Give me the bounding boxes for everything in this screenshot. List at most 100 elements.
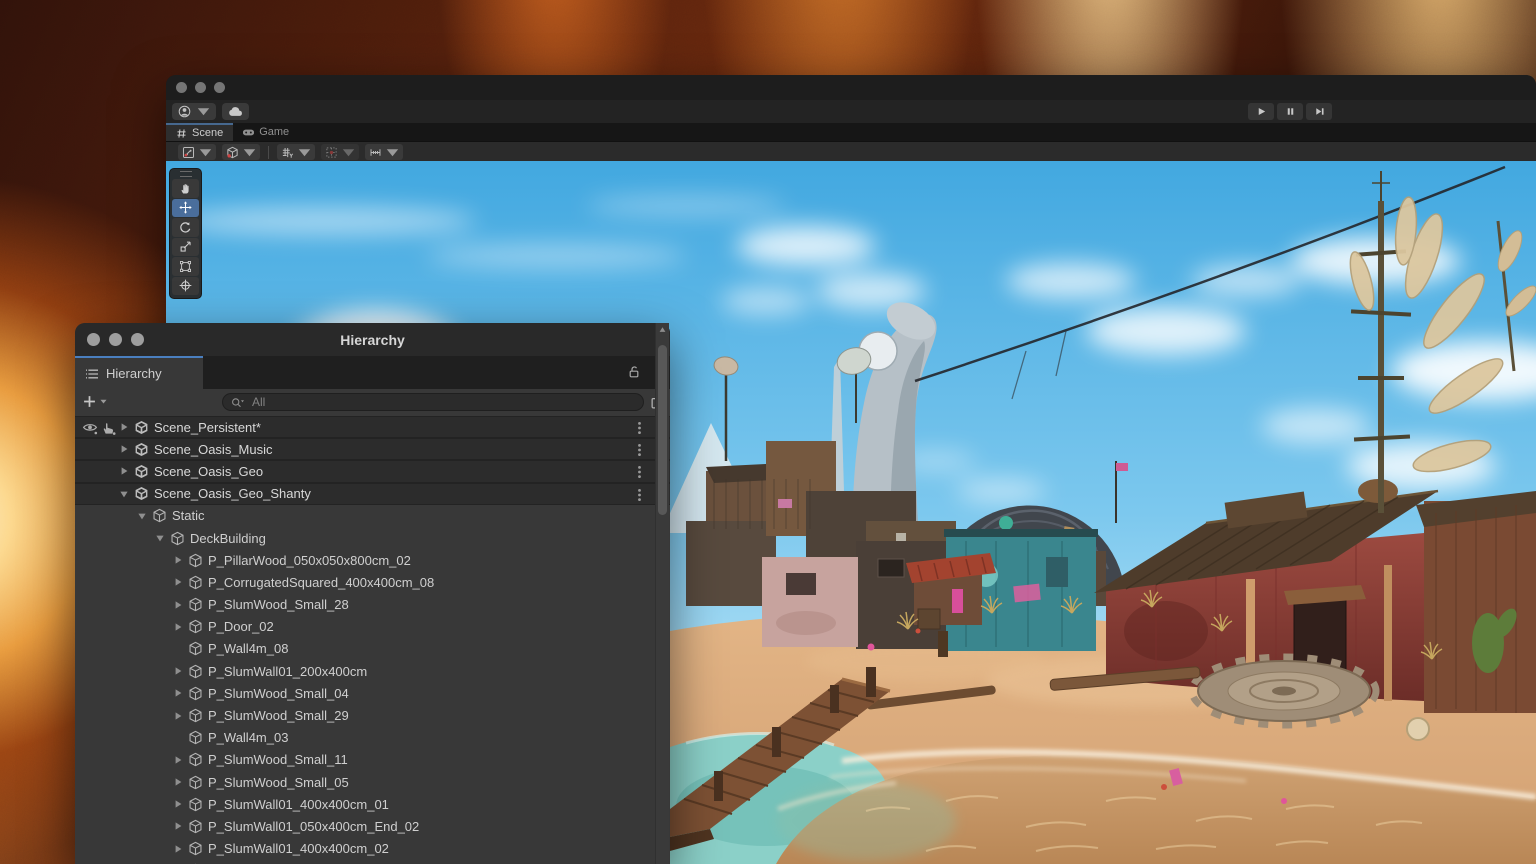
account-button[interactable] (172, 103, 216, 120)
disclosure-down-icon[interactable] (117, 489, 131, 499)
grid-snap-button[interactable] (321, 144, 359, 160)
hierarchy-row[interactable]: P_Door_02 (75, 616, 670, 638)
disclosure-right-icon[interactable] (171, 600, 185, 610)
view-tab-bar: Scene Game (166, 123, 1536, 141)
chevron-down-icon (197, 105, 210, 118)
hierarchy-row[interactable]: Scene_Persistent* (75, 416, 670, 438)
gizmo-cube-button[interactable] (222, 144, 260, 160)
hierarchy-row[interactable]: P_SlumWood_Small_28 (75, 594, 670, 616)
scrollbar[interactable] (655, 323, 669, 864)
disclosure-right-icon[interactable] (171, 799, 185, 809)
zoom-button[interactable] (214, 82, 225, 93)
minimize-button[interactable] (195, 82, 206, 93)
step-button[interactable] (1306, 103, 1332, 120)
chevron-down-icon (386, 146, 399, 159)
tab-game[interactable]: Game (233, 123, 299, 141)
row-kebab-menu-icon[interactable] (637, 443, 642, 457)
row-label: P_Door_02 (208, 619, 274, 634)
zoom-button[interactable] (131, 333, 144, 346)
create-object-button[interactable] (83, 395, 107, 408)
overlay-drag-handle[interactable] (170, 169, 201, 178)
pickability-hand-icon[interactable] (101, 421, 116, 435)
disclosure-right-icon[interactable] (171, 777, 185, 787)
snap-increment-button[interactable] (365, 144, 403, 160)
gameobject-cube-icon (188, 641, 203, 656)
gameobject-cube-icon (188, 819, 203, 834)
play-icon (1256, 106, 1267, 117)
row-label: Scene_Oasis_Music (154, 442, 273, 457)
tool-settings-button[interactable] (178, 144, 216, 160)
scale-tool[interactable] (172, 238, 199, 257)
row-label: P_SlumWood_Small_11 (208, 752, 348, 767)
scene-icon (134, 464, 149, 479)
disclosure-down-icon[interactable] (153, 533, 167, 543)
disclosure-right-icon[interactable] (171, 844, 185, 854)
disclosure-right-icon[interactable] (171, 666, 185, 676)
play-button[interactable] (1248, 103, 1274, 120)
hierarchy-row[interactable]: P_SlumWall01_050x400cm_End_02 (75, 815, 670, 837)
hierarchy-row[interactable]: Scene_Oasis_Geo_Shanty (75, 483, 670, 505)
disclosure-right-icon[interactable] (171, 821, 185, 831)
close-button[interactable] (176, 82, 187, 93)
tab-game-label: Game (259, 126, 289, 138)
row-kebab-menu-icon[interactable] (637, 465, 642, 479)
visibility-eye-icon[interactable] (82, 421, 98, 435)
row-kebab-menu-icon[interactable] (637, 421, 642, 435)
hierarchy-row[interactable]: P_SlumWood_Small_29 (75, 704, 670, 726)
view-tool[interactable] (172, 179, 199, 198)
hierarchy-row[interactable]: P_SlumWood_Small_05 (75, 771, 670, 793)
hierarchy-row[interactable]: P_SlumWall01_400x400cm_01 (75, 793, 670, 815)
move-tool[interactable] (172, 199, 199, 218)
disclosure-right-icon[interactable] (117, 444, 131, 454)
disclosure-right-icon[interactable] (171, 711, 185, 721)
transform-tool[interactable] (172, 277, 199, 296)
hierarchy-row[interactable]: P_SlumWall01_200x400cm (75, 660, 670, 682)
grid-axis-button[interactable] (277, 144, 315, 160)
unlock-icon[interactable] (628, 365, 640, 379)
person-icon (178, 105, 191, 118)
cloud-services-button[interactable] (222, 103, 249, 120)
hierarchy-row[interactable]: P_SlumWall01_400x400cm_02 (75, 838, 670, 860)
hierarchy-row[interactable]: Scene_Oasis_Geo (75, 460, 670, 482)
hierarchy-row[interactable]: P_SlumWood_Small_11 (75, 749, 670, 771)
scrollbar-thumb[interactable] (658, 345, 667, 515)
disclosure-down-icon[interactable] (135, 511, 149, 521)
scroll-up-icon[interactable] (658, 326, 667, 334)
hierarchy-titlebar[interactable]: Hierarchy (75, 323, 670, 356)
hierarchy-row[interactable]: P_Wall4m_08 (75, 638, 670, 660)
rect-tool[interactable] (172, 257, 199, 276)
tab-scene[interactable]: Scene (166, 123, 233, 141)
hierarchy-row[interactable]: P_SlumWood_Small_04 (75, 682, 670, 704)
disclosure-right-icon[interactable] (171, 755, 185, 765)
disclosure-right-icon[interactable] (171, 622, 185, 632)
row-label: P_Wall4m_03 (208, 730, 288, 745)
tab-hierarchy[interactable]: Hierarchy (75, 356, 203, 389)
cloud-icon (228, 106, 243, 117)
gameobject-cube-icon (188, 619, 203, 634)
disclosure-right-icon[interactable] (171, 577, 185, 587)
minimize-button[interactable] (109, 333, 122, 346)
hierarchy-row[interactable]: P_SlumWall01_200x400cm_03 (75, 860, 670, 864)
hierarchy-row[interactable]: Scene_Oasis_Music (75, 438, 670, 460)
row-label: Scene_Oasis_Geo (154, 464, 263, 479)
hierarchy-row[interactable]: P_PillarWood_050x050x800cm_02 (75, 549, 670, 571)
hierarchy-row[interactable]: P_CorrugatedSquared_400x400cm_08 (75, 571, 670, 593)
unity-titlebar[interactable] (166, 75, 1536, 100)
pensq-icon (182, 146, 195, 159)
disclosure-right-icon[interactable] (171, 555, 185, 565)
disclosure-right-icon[interactable] (117, 466, 131, 476)
rotate-tool[interactable] (172, 218, 199, 237)
pause-button[interactable] (1277, 103, 1303, 120)
hierarchy-row[interactable]: DeckBuilding (75, 527, 670, 549)
row-kebab-menu-icon[interactable] (637, 488, 642, 502)
cubered-icon (226, 146, 239, 159)
search-input[interactable] (250, 394, 635, 410)
disclosure-right-icon[interactable] (117, 422, 131, 432)
close-button[interactable] (87, 333, 100, 346)
search-field[interactable] (222, 393, 644, 411)
disclosure-right-icon[interactable] (171, 688, 185, 698)
hierarchy-row[interactable]: Static (75, 505, 670, 527)
search-icon (231, 397, 245, 408)
hierarchy-row[interactable]: P_Wall4m_03 (75, 727, 670, 749)
row-label: P_SlumWood_Small_28 (208, 597, 349, 612)
